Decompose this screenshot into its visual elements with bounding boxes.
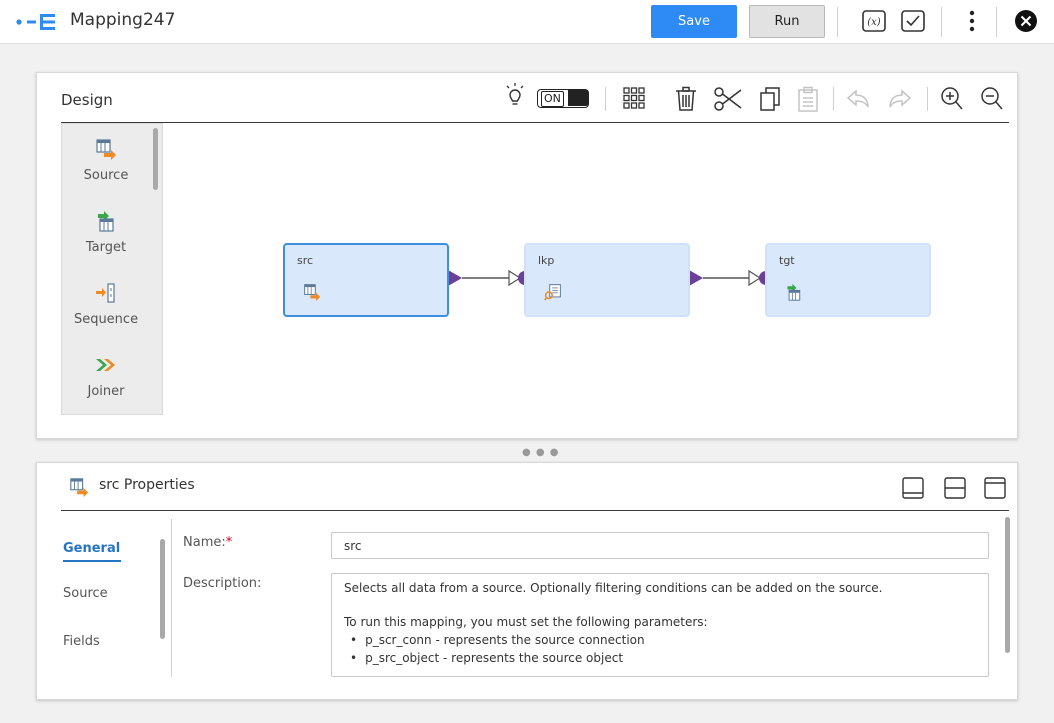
joiner-transform-icon	[96, 359, 115, 371]
design-panel: Design ON Source Target Sequence Joiner …	[36, 72, 1018, 439]
node-label: tgt	[779, 254, 795, 267]
close-icon[interactable]	[1012, 7, 1040, 35]
properties-panel: src Properties General Source Fields Nam…	[36, 462, 1018, 700]
properties-title: src Properties	[99, 477, 195, 493]
parameters-icon[interactable]: (x)	[860, 7, 888, 35]
link-arrow-icon	[508, 269, 522, 287]
tab-general[interactable]: General	[63, 541, 120, 556]
svg-text:(x): (x)	[867, 17, 881, 28]
tab-fields[interactable]: Fields	[63, 634, 100, 649]
palette-item-target[interactable]: Target	[62, 200, 150, 262]
lightbulb-icon[interactable]	[503, 81, 527, 111]
save-button[interactable]: Save	[651, 5, 737, 38]
panel-maximize-icon[interactable]	[983, 475, 1007, 501]
panel-resize-handle[interactable]: ● ● ●	[522, 447, 560, 458]
zoom-in-icon[interactable]	[939, 85, 965, 113]
run-button[interactable]: Run	[749, 5, 825, 38]
palette-item-label: Joiner	[87, 384, 125, 399]
name-label-text: Name:	[183, 535, 226, 550]
tab-source[interactable]: Source	[63, 586, 108, 601]
cut-icon[interactable]	[713, 85, 743, 113]
validate-icon[interactable]	[899, 7, 927, 35]
lookup-transform-icon	[544, 284, 561, 301]
output-port-icon	[448, 270, 462, 286]
source-transform-icon	[304, 284, 321, 301]
arrange-grid-icon[interactable]	[621, 85, 647, 111]
palette-item-label: Target	[85, 240, 127, 255]
redo-icon[interactable]	[887, 85, 913, 113]
zoom-out-icon[interactable]	[979, 85, 1005, 113]
description-bullet: p_scr_conn - represents the source conne…	[350, 631, 976, 649]
palette-item-label: Source	[83, 168, 129, 183]
toggle-knob	[568, 90, 588, 106]
description-text: To run this mapping, you must set the fo…	[344, 615, 708, 629]
properties-divider	[61, 510, 1009, 511]
toolbar-divider	[837, 7, 838, 37]
properties-scrollbar[interactable]	[1005, 517, 1010, 653]
name-field[interactable]: src	[331, 532, 989, 559]
toolbar-divider	[605, 87, 606, 111]
paste-icon[interactable]	[795, 85, 821, 113]
panel-split-icon[interactable]	[943, 475, 967, 501]
top-bar: Mapping247 Save Run (x)	[0, 0, 1054, 44]
node-label: lkp	[538, 254, 555, 267]
auto-layout-toggle[interactable]: ON	[537, 89, 589, 108]
output-port-icon	[689, 270, 703, 286]
tabs-divider	[171, 519, 172, 677]
design-divider	[61, 122, 1009, 123]
source-transform-icon	[96, 139, 116, 160]
mapping-title: Mapping247	[70, 10, 176, 30]
more-options-icon[interactable]	[958, 7, 986, 35]
toolbar-divider	[833, 87, 834, 111]
panel-minimize-icon[interactable]	[901, 475, 925, 501]
link-arrow-icon	[748, 269, 762, 287]
copy-icon[interactable]	[757, 85, 783, 113]
target-transform-icon	[98, 211, 114, 232]
description-label: Description:	[183, 576, 262, 591]
toolbar-divider	[996, 7, 997, 37]
description-text: Selects all data from a source. Optional…	[344, 581, 883, 595]
toggle-label: ON	[541, 91, 564, 107]
source-transform-icon	[70, 478, 89, 497]
required-marker: *	[225, 535, 233, 550]
toolbar-divider	[941, 7, 942, 37]
palette-scrollbar[interactable]	[153, 128, 158, 190]
undo-icon[interactable]	[845, 85, 871, 113]
palette-item-label: Sequence	[73, 312, 139, 327]
palette-item-source[interactable]: Source	[62, 128, 150, 190]
node-label: src	[297, 254, 314, 267]
delete-icon[interactable]	[673, 85, 699, 113]
node-tgt[interactable]: tgt	[765, 243, 931, 317]
toolbar-divider	[927, 87, 928, 111]
description-field[interactable]: Selects all data from a source. Optional…	[331, 573, 989, 677]
description-bullet: p_src_object - represents the source obj…	[350, 649, 976, 667]
palette-item-sequence[interactable]: Sequence	[62, 272, 150, 334]
node-lkp[interactable]: lkp	[524, 243, 690, 317]
sequence-transform-icon	[96, 283, 115, 303]
active-tab-indicator	[63, 560, 121, 562]
design-title: Design	[61, 91, 113, 109]
tabs-scrollbar[interactable]	[160, 539, 165, 639]
node-src[interactable]: src	[283, 243, 449, 317]
mapping-app-icon	[16, 14, 55, 30]
palette-item-joiner[interactable]: Joiner	[62, 344, 150, 406]
name-label: Name:*	[183, 535, 232, 550]
target-transform-icon	[787, 283, 801, 301]
transformation-palette: Source Target Sequence Joiner	[61, 123, 163, 415]
